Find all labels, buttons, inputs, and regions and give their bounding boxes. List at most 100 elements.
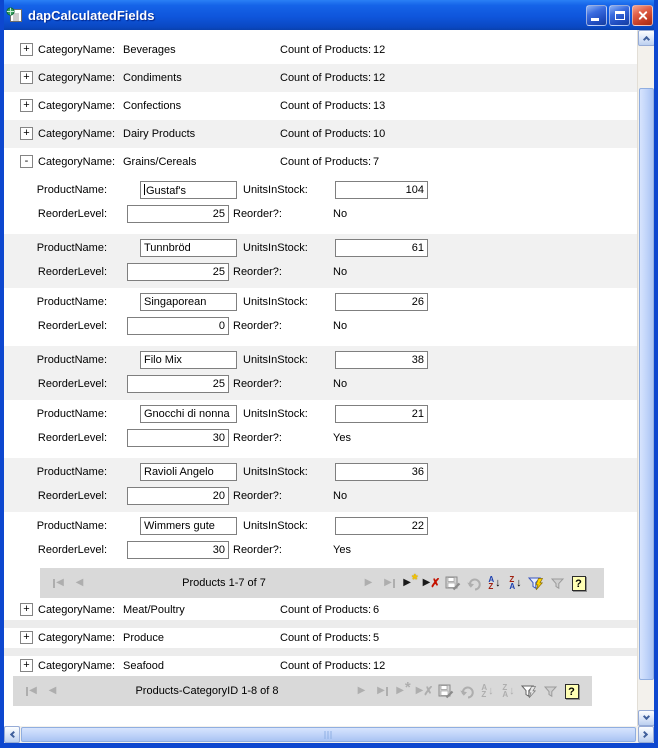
reorder-level-input[interactable]: 25 [127,205,229,223]
units-in-stock-input[interactable]: 21 [335,405,428,423]
page-client-area: + CategoryName: Beverages Count of Produ… [4,30,654,743]
expand-toggle-button[interactable]: + [20,127,33,140]
units-in-stock-input[interactable]: 26 [335,293,428,311]
undo-button[interactable] [456,681,477,701]
help-button[interactable]: ? [561,681,582,701]
category-group-row: + CategoryName: Confections Count of Pro… [4,92,637,120]
category-name-label: CategoryName: [38,120,115,148]
last-record-button[interactable]: ▶ [372,681,393,701]
data-access-page-content: + CategoryName: Beverages Count of Produ… [4,30,637,726]
units-in-stock-input[interactable]: 38 [335,351,428,369]
new-record-button[interactable]: ▶* [400,573,421,593]
save-floppy-icon [445,575,461,591]
undo-arrow-icon [466,575,482,591]
category-name-value: Confections [123,92,181,120]
reorder-level-input[interactable]: 25 [127,375,229,393]
category-name-label: CategoryName: [38,64,115,92]
next-record-button[interactable]: ▶ [358,573,379,593]
units-in-stock-input[interactable]: 61 [335,239,428,257]
reorder-level-input[interactable]: 25 [127,263,229,281]
expand-toggle-button[interactable]: + [20,43,33,56]
delete-record-button[interactable]: ▶✗ [414,681,435,701]
reorder-question-label: Reorder?: [233,320,282,332]
sort-descending-button[interactable]: ZA↓ [498,681,519,701]
help-button[interactable]: ? [568,573,589,593]
new-record-button[interactable]: ▶* [393,681,414,701]
product-name-input[interactable]: Gnocchi di nonna [140,405,237,423]
last-record-button[interactable]: ▶ [379,573,400,593]
count-of-products-label: Count of Products: [280,120,371,148]
filter-funnel-icon [543,684,558,699]
minimize-button[interactable] [586,5,607,26]
reorder-level-input[interactable]: 30 [127,541,229,559]
count-of-products-value: 12 [373,656,385,676]
count-of-products-label: Count of Products: [280,628,371,648]
save-record-button[interactable] [435,681,456,701]
reorder-level-input[interactable]: 0 [127,317,229,335]
units-in-stock-input[interactable]: 22 [335,517,428,535]
undo-button[interactable] [463,573,484,593]
sort-ascending-button[interactable]: AZ↓ [484,573,505,593]
filter-by-selection-icon [521,684,538,699]
close-button[interactable] [632,5,653,26]
sort-descending-icon: ZA [502,684,508,698]
last-record-icon [393,579,395,588]
category-group-row: + CategoryName: Dairy Products Count of … [4,120,637,148]
vertical-scrollbar[interactable] [637,30,654,726]
horizontal-scrollbar[interactable] [4,726,654,743]
maximize-button[interactable] [609,5,630,26]
previous-record-button[interactable]: ◀ [69,573,90,593]
sort-ascending-button[interactable]: AZ↓ [477,681,498,701]
delete-record-button[interactable]: ▶✗ [421,573,442,593]
units-in-stock-input[interactable]: 104 [335,181,428,199]
scroll-right-button[interactable] [638,726,654,743]
save-record-button[interactable] [442,573,463,593]
first-record-button[interactable]: ◀ [48,573,69,593]
filter-by-selection-button[interactable] [519,681,540,701]
horizontal-scrollbar-thumb[interactable] [21,727,636,742]
expand-toggle-button[interactable]: + [20,603,33,616]
sort-descending-button[interactable]: ZA↓ [505,573,526,593]
reorder-level-input[interactable]: 30 [127,429,229,447]
expand-toggle-button[interactable]: - [20,155,33,168]
products-record-navigation-bar: ◀ ◀ Products 1-7 of 7 ▶ ▶ ▶* ▶✗ [40,568,604,598]
categories-record-navigation-bar: ◀ ◀ Products-CategoryID 1-8 of 8 ▶ ▶ ▶* … [13,676,592,706]
product-name-label: ProductName: [4,408,107,420]
category-name-label: CategoryName: [38,36,115,64]
product-name-input[interactable]: Wimmers gute [140,517,237,535]
vertical-scrollbar-thumb[interactable] [639,88,654,680]
expand-toggle-button[interactable]: + [20,71,33,84]
filter-toggle-button[interactable] [540,681,561,701]
reorder-level-label: ReorderLevel: [4,544,107,556]
reorder-level-label: ReorderLevel: [4,432,107,444]
scroll-left-button[interactable] [4,726,20,743]
expand-toggle-button[interactable]: + [20,659,33,672]
next-record-button[interactable]: ▶ [351,681,372,701]
count-of-products-value: 10 [373,120,385,148]
product-name-input[interactable]: Gustaf's [140,181,237,199]
expand-toggle-button[interactable]: + [20,631,33,644]
filter-toggle-button[interactable] [547,573,568,593]
count-of-products-value: 5 [373,628,379,648]
scroll-down-button[interactable] [638,710,655,726]
sort-descending-icon: ZA [509,576,515,590]
product-name-input[interactable]: Ravioli Angelo [140,463,237,481]
chevron-right-icon [641,731,648,738]
reorder-question-label: Reorder?: [233,544,282,556]
units-in-stock-input[interactable]: 36 [335,463,428,481]
category-group-row: + CategoryName: Produce Count of Product… [4,628,637,656]
scroll-up-button[interactable] [638,30,655,46]
previous-record-button[interactable]: ◀ [42,681,63,701]
previous-record-icon: ◀ [49,686,57,696]
chevron-up-icon [643,36,650,43]
product-name-input[interactable]: Filo Mix [140,351,237,369]
expand-toggle-button[interactable]: + [20,99,33,112]
product-name-input[interactable]: Tunnbröd [140,239,237,257]
count-of-products-value: 12 [373,64,385,92]
save-floppy-icon [438,683,454,699]
application-window: dapCalculatedFields + CategoryName: Beve… [0,0,658,748]
filter-by-selection-button[interactable] [526,573,547,593]
first-record-button[interactable]: ◀ [21,681,42,701]
product-name-input[interactable]: Singaporean [140,293,237,311]
reorder-level-input[interactable]: 20 [127,487,229,505]
